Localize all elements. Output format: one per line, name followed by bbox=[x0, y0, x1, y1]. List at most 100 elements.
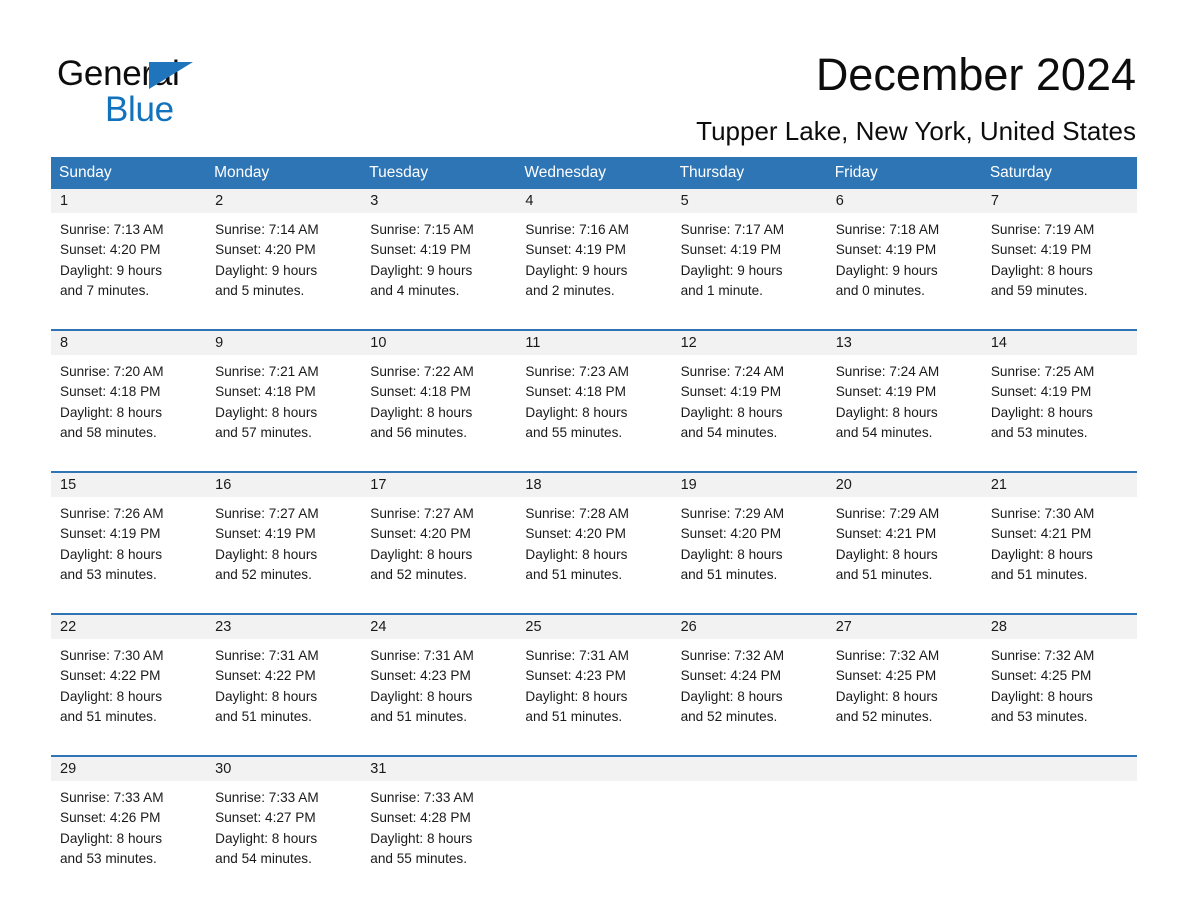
day-detail-line: Daylight: 9 hours bbox=[370, 262, 473, 278]
day-number-18[interactable]: 18 bbox=[516, 473, 671, 497]
day-cell-16[interactable]: Sunrise: 7:27 AM Sunset: 4:19 PM Daylight:… bbox=[206, 497, 361, 605]
logo-triangle-icon bbox=[149, 62, 193, 89]
calendar-week-row: 1 2 3 4 5 6 7 Sunrise: 7:13 AM Sunset: 4:20 PM Da… bbox=[51, 189, 1137, 321]
day-number-30[interactable]: 30 bbox=[206, 757, 361, 781]
day-detail-band: Sunrise: 7:26 AM Sunset: 4:19 PM Daylight:… bbox=[51, 497, 1137, 605]
day-number-4[interactable]: 4 bbox=[516, 189, 671, 213]
day-detail-line: Sunrise: 7:13 AM bbox=[60, 222, 164, 237]
day-number-19[interactable]: 19 bbox=[672, 473, 827, 497]
day-detail-line: Daylight: 8 hours bbox=[215, 830, 318, 846]
day-detail-line: Sunrise: 7:24 AM bbox=[835, 364, 940, 379]
day-detail-line: Daylight: 8 hours bbox=[370, 688, 473, 704]
day-detail-line: Sunset: 4:19 PM bbox=[680, 384, 782, 400]
day-cell-5[interactable]: Sunrise: 7:17 AM Sunset: 4:19 PM Daylight:… bbox=[672, 213, 827, 321]
page-title: December 2024 bbox=[815, 49, 1136, 100]
day-cell-4[interactable]: Sunrise: 7:16 AM Sunset: 4:19 PM Daylight:… bbox=[516, 213, 671, 321]
day-detail-line: Sunrise: 7:32 AM bbox=[835, 648, 940, 663]
day-number-band: 1234567 bbox=[51, 189, 1137, 213]
day-number-21[interactable]: 21 bbox=[982, 473, 1137, 497]
day-number-28[interactable]: 28 bbox=[982, 615, 1137, 639]
day-detail-line: Sunrise: 7:31 AM bbox=[525, 648, 629, 663]
day-cell-20[interactable]: Sunrise: 7:29 AM Sunset: 4:21 PM Daylight:… bbox=[827, 497, 982, 605]
day-cell-17[interactable]: Sunrise: 7:27 AM Sunset: 4:20 PM Daylight:… bbox=[361, 497, 516, 605]
day-detail-line: Sunrise: 7:30 AM bbox=[990, 506, 1095, 521]
day-cell-31[interactable]: Sunrise: 7:33 AM Sunset: 4:28 PM Daylight:… bbox=[361, 781, 516, 889]
day-cell-2[interactable]: Sunrise: 7:14 AM Sunset: 4:20 PM Daylight:… bbox=[206, 213, 361, 321]
day-detail-line: Daylight: 8 hours bbox=[990, 262, 1093, 278]
day-cell-10[interactable]: Sunrise: 7:22 AM Sunset: 4:18 PM Daylight:… bbox=[361, 355, 516, 463]
day-cell-22[interactable]: Sunrise: 7:30 AM Sunset: 4:22 PM Daylight:… bbox=[51, 639, 206, 747]
day-number-3[interactable]: 3 bbox=[361, 189, 516, 213]
day-detail-line: Daylight: 8 hours bbox=[370, 404, 473, 420]
day-cell-3[interactable]: Sunrise: 7:15 AM Sunset: 4:19 PM Daylight:… bbox=[361, 213, 516, 321]
day-number-14[interactable]: 14 bbox=[982, 331, 1137, 355]
day-number-12[interactable]: 12 bbox=[672, 331, 827, 355]
calendar-week-row: 15 16 17 18 19 20 21 Sunrise: 7:26 AM Sunset: 4:… bbox=[51, 471, 1137, 605]
day-number-22[interactable]: 22 bbox=[51, 615, 206, 639]
day-cell-28[interactable]: Sunrise: 7:32 AM Sunset: 4:25 PM Daylight:… bbox=[982, 639, 1137, 747]
day-number-empty bbox=[827, 757, 982, 781]
day-detail-line: Daylight: 9 hours bbox=[215, 262, 318, 278]
day-cell-15[interactable]: Sunrise: 7:26 AM Sunset: 4:19 PM Daylight:… bbox=[51, 497, 206, 605]
page-subtitle: Tupper Lake, New York, United States bbox=[696, 116, 1136, 146]
day-detail-line: and 5 minutes. bbox=[215, 282, 305, 298]
day-cell-11[interactable]: Sunrise: 7:23 AM Sunset: 4:18 PM Daylight:… bbox=[516, 355, 671, 463]
day-number-15[interactable]: 15 bbox=[51, 473, 206, 497]
day-cell-24[interactable]: Sunrise: 7:31 AM Sunset: 4:23 PM Daylight:… bbox=[361, 639, 516, 747]
day-number-10[interactable]: 10 bbox=[361, 331, 516, 355]
day-detail-line: Sunset: 4:25 PM bbox=[990, 668, 1092, 684]
day-number-band: 15 16 17 18 19 20 21 bbox=[51, 473, 1137, 497]
day-number-20[interactable]: 20 bbox=[827, 473, 982, 497]
day-detail-line: Sunset: 4:19 PM bbox=[835, 384, 937, 400]
weekday-header-sunday: Sunday bbox=[59, 164, 112, 181]
day-number-17[interactable]: 17 bbox=[361, 473, 516, 497]
day-number-8[interactable]: 8 bbox=[51, 331, 206, 355]
day-cell-13[interactable]: Sunrise: 7:24 AM Sunset: 4:19 PM Daylight:… bbox=[827, 355, 982, 463]
day-detail-line: and 53 minutes. bbox=[60, 566, 157, 582]
day-number-26[interactable]: 26 bbox=[672, 615, 827, 639]
day-detail-line: Daylight: 8 hours bbox=[60, 546, 163, 562]
week-row-spacer bbox=[51, 321, 1137, 329]
day-detail-line: Daylight: 8 hours bbox=[990, 404, 1093, 420]
day-cell-27[interactable]: Sunrise: 7:32 AM Sunset: 4:25 PM Daylight:… bbox=[827, 639, 982, 747]
day-cell-18[interactable]: Sunrise: 7:28 AM Sunset: 4:20 PM Daylight:… bbox=[516, 497, 671, 605]
day-number-2[interactable]: 2 bbox=[206, 189, 361, 213]
weekday-header-tuesday: Tuesday bbox=[369, 164, 429, 181]
day-cell-26[interactable]: Sunrise: 7:32 AM Sunset: 4:24 PM Daylight:… bbox=[672, 639, 827, 747]
day-number-5[interactable]: 5 bbox=[672, 189, 827, 213]
day-detail-line: and 51 minutes. bbox=[835, 566, 933, 582]
day-cell-6[interactable]: Sunrise: 7:18 AM Sunset: 4:19 PM Daylight:… bbox=[827, 213, 982, 321]
day-number-23[interactable]: 23 bbox=[206, 615, 361, 639]
day-cell-23[interactable]: Sunrise: 7:31 AM Sunset: 4:22 PM Daylight:… bbox=[206, 639, 361, 747]
day-number-25[interactable]: 25 bbox=[516, 615, 671, 639]
day-number-31[interactable]: 31 bbox=[361, 757, 516, 781]
day-detail-line: Sunset: 4:19 PM bbox=[525, 242, 626, 258]
day-cell-19[interactable]: Sunrise: 7:29 AM Sunset: 4:20 PM Daylight:… bbox=[672, 497, 827, 605]
day-number-11[interactable]: 11 bbox=[516, 331, 671, 355]
day-cell-14[interactable]: Sunrise: 7:25 AM Sunset: 4:19 PM Daylight:… bbox=[982, 355, 1137, 463]
day-cell-12[interactable]: Sunrise: 7:24 AM Sunset: 4:19 PM Daylight:… bbox=[672, 355, 827, 463]
day-cell-25[interactable]: Sunrise: 7:31 AM Sunset: 4:23 PM Daylight:… bbox=[516, 639, 671, 747]
day-detail-line: Sunset: 4:20 PM bbox=[60, 242, 161, 258]
day-cell-21[interactable]: Sunrise: 7:30 AM Sunset: 4:21 PM Daylight:… bbox=[982, 497, 1137, 605]
day-number-9[interactable]: 9 bbox=[206, 331, 361, 355]
day-detail-line: Daylight: 8 hours bbox=[835, 404, 938, 420]
day-cell-9[interactable]: Sunrise: 7:21 AM Sunset: 4:18 PM Daylight:… bbox=[206, 355, 361, 463]
day-number-27[interactable]: 27 bbox=[827, 615, 982, 639]
day-number-7[interactable]: 7 bbox=[982, 189, 1137, 213]
day-number-16[interactable]: 16 bbox=[206, 473, 361, 497]
day-number-29[interactable]: 29 bbox=[51, 757, 206, 781]
day-cell-7[interactable]: Sunrise: 7:19 AM Sunset: 4:19 PM Daylight:… bbox=[982, 213, 1137, 321]
day-detail-band: Sunrise: 7:13 AM Sunset: 4:20 PM Daylight:… bbox=[51, 213, 1137, 321]
day-detail-line: Sunset: 4:19 PM bbox=[990, 242, 1092, 258]
day-number-24[interactable]: 24 bbox=[361, 615, 516, 639]
day-cell-1[interactable]: Sunrise: 7:13 AM Sunset: 4:20 PM Daylight:… bbox=[51, 213, 206, 321]
day-cell-29[interactable]: Sunrise: 7:33 AM Sunset: 4:26 PM Daylight:… bbox=[51, 781, 206, 889]
day-number-1[interactable]: 1 bbox=[51, 189, 206, 213]
day-cell-8[interactable]: Sunrise: 7:20 AM Sunset: 4:18 PM Daylight:… bbox=[51, 355, 206, 463]
day-number-6[interactable]: 6 bbox=[827, 189, 982, 213]
day-cell-empty bbox=[672, 781, 827, 889]
day-number-13[interactable]: 13 bbox=[827, 331, 982, 355]
day-detail-line: Sunrise: 7:26 AM bbox=[60, 506, 164, 521]
day-cell-30[interactable]: Sunrise: 7:33 AM Sunset: 4:27 PM Daylight:… bbox=[206, 781, 361, 889]
